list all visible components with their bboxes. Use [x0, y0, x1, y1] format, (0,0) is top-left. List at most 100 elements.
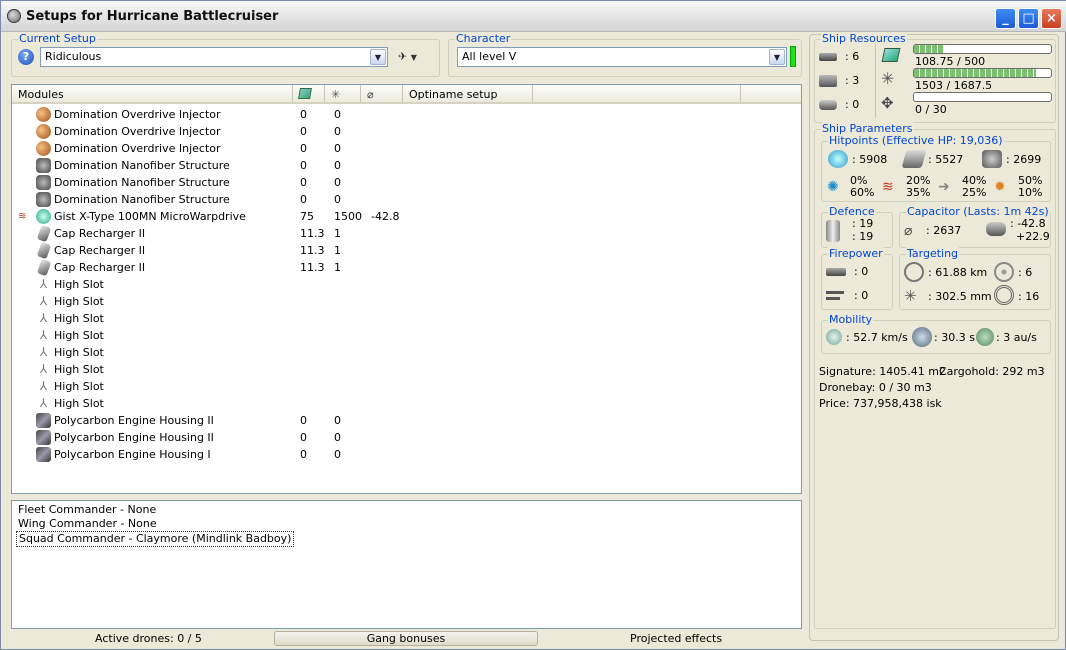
module-powergrid-value: 0 — [334, 159, 341, 172]
minimize-button[interactable]: _ — [995, 8, 1016, 29]
scan-resolution-icon: ✳ — [904, 287, 917, 305]
module-cpu-value: 0 — [300, 125, 307, 138]
module-cpu-value: 11.3 — [300, 244, 325, 257]
powergrid-bar — [913, 68, 1052, 78]
col-header-capacitor[interactable]: ⌀ — [361, 85, 403, 103]
character-label: Character — [455, 32, 512, 46]
help-icon[interactable]: ? — [18, 49, 34, 65]
module-row[interactable]: Domination Overdrive Injector 0 0 — [12, 123, 801, 140]
shield-icon — [828, 150, 848, 168]
module-row[interactable]: ⅄ High Slot — [12, 361, 801, 378]
active-drones-text[interactable]: Active drones: 0 / 5 — [95, 632, 202, 645]
kinetic-resist-icon: ➜ — [938, 179, 950, 195]
high-slot-icon: ⅄ — [39, 345, 48, 359]
chevron-down-icon[interactable]: ▼ — [769, 49, 785, 65]
sensor-strength: : 16 — [1018, 290, 1040, 303]
module-row[interactable]: Polycarbon Engine Housing II 0 0 — [12, 429, 801, 446]
window-title: Setups for Hurricane Battlecruiser — [26, 9, 279, 24]
col-header-blank-1[interactable] — [533, 85, 741, 103]
module-row[interactable]: Cap Recharger II 11.3 1 — [12, 258, 801, 277]
ship-resources-group: Ship Resources : 6 : 3 : 0 108.75 / 500 … — [814, 32, 1056, 123]
projected-effects-button[interactable]: Projected effects — [630, 632, 722, 645]
module-name: High Slot — [54, 329, 104, 342]
cpu-icon — [881, 46, 901, 64]
right-panel: Ship Resources : 6 : 3 : 0 108.75 / 500 … — [809, 32, 1059, 641]
targeting-title: Targeting — [906, 247, 960, 261]
module-row[interactable]: Cap Recharger II 11.3 1 — [12, 224, 801, 243]
cargohold: Cargohold: 292 m3 — [939, 365, 1045, 378]
col-header-optimal[interactable]: Optiname setup — [403, 85, 533, 103]
module-row[interactable]: ⅄ High Slot — [12, 276, 801, 293]
close-button[interactable]: × — [1041, 8, 1062, 29]
em-resist-armor: 60% — [850, 186, 875, 199]
maximize-button[interactable]: □ — [1018, 8, 1039, 29]
character-status-indicator — [790, 46, 796, 67]
chevron-down-icon[interactable]: ▼ — [370, 49, 386, 65]
module-row[interactable]: ⅄ High Slot — [12, 327, 801, 344]
module-row[interactable]: Polycarbon Engine Housing II 0 0 — [12, 412, 801, 429]
gang-bonuses-button[interactable]: Gang bonuses — [274, 631, 538, 646]
character-group: Character All level V ▼ — [448, 32, 802, 77]
module-row[interactable]: Domination Overdrive Injector 0 0 — [12, 140, 801, 157]
module-name: High Slot — [54, 397, 104, 410]
setup-select[interactable]: Ridiculous ▼ — [40, 47, 388, 67]
window: Setups for Hurricane Battlecruiser _ □ ×… — [0, 0, 1066, 650]
module-row[interactable]: Domination Overdrive Injector 0 0 — [12, 106, 801, 123]
current-setup-label: Current Setup — [18, 32, 97, 46]
overheat-icon[interactable]: ≋ — [18, 210, 30, 223]
module-row[interactable]: Domination Nanofiber Structure 0 0 — [12, 157, 801, 174]
defence-icon — [826, 220, 840, 242]
fleet-panel[interactable]: Fleet Commander - None Wing Commander - … — [11, 500, 802, 629]
calibration-text: 0 / 30 — [915, 103, 947, 116]
armor-icon — [901, 150, 927, 168]
warp-speed-icon — [976, 328, 994, 346]
module-row[interactable]: ⅄ High Slot — [12, 378, 801, 395]
rig-icon — [36, 430, 51, 445]
module-powergrid-value: 1500 — [334, 210, 362, 223]
dropdown-arrow-icon: ▼ — [410, 53, 417, 62]
launcher-count: : 3 — [845, 74, 860, 87]
fleet-commander-entry[interactable]: Fleet Commander - None — [18, 503, 156, 517]
module-row[interactable]: ⅄ High Slot — [12, 395, 801, 412]
module-cpu-value: 0 — [300, 431, 307, 444]
nanofiber-icon — [36, 175, 51, 190]
module-row[interactable]: ⅄ High Slot — [12, 310, 801, 327]
module-row[interactable]: ⅄ High Slot — [12, 293, 801, 310]
cap-recharger-icon — [36, 258, 52, 277]
title-bar[interactable]: Setups for Hurricane Battlecruiser _ □ × — [1, 1, 1066, 32]
mwd-icon — [36, 209, 51, 224]
modules-list[interactable]: Modules ✳ ⌀ Optiname setup Domination Ov… — [11, 84, 802, 494]
warp-speed: : 3 au/s — [996, 331, 1037, 344]
squad-commander-entry[interactable]: Squad Commander - Claymore (Mindlink Bad… — [16, 531, 295, 547]
module-capacitor-value: -42.8 — [371, 210, 400, 223]
module-row[interactable]: Domination Nanofiber Structure 0 0 — [12, 191, 801, 208]
module-row[interactable]: ≋ Gist X-Type 100MN MicroWarpdrive 75 1500-… — [12, 208, 801, 225]
signature-radius: Signature: 1405.41 m2 — [819, 365, 946, 378]
armor-hp: : 5527 — [928, 153, 964, 166]
max-targets: : 6 — [1018, 266, 1033, 279]
rig-icon — [36, 447, 51, 462]
module-row[interactable]: ⅄ High Slot — [12, 344, 801, 361]
module-powergrid-value: 0 — [334, 193, 341, 206]
module-row[interactable]: Domination Nanofiber Structure 0 0 — [12, 174, 801, 191]
col-header-powergrid[interactable]: ✳ — [325, 85, 361, 103]
module-name: High Slot — [54, 312, 104, 325]
module-row[interactable]: Cap Recharger II 11.3 1 — [12, 241, 801, 260]
module-name: High Slot — [54, 295, 104, 308]
module-name: Cap Recharger II — [54, 227, 146, 240]
modules-header: Modules ✳ ⌀ Optiname setup — [12, 85, 801, 104]
wing-commander-entry[interactable]: Wing Commander - None — [18, 517, 157, 531]
module-row[interactable]: Polycarbon Engine Housing I 0 0 — [12, 446, 801, 463]
module-cpu-value: 0 — [300, 176, 307, 189]
nanofiber-icon — [36, 192, 51, 207]
col-header-blank-2[interactable] — [741, 85, 801, 103]
setup-tools-button[interactable]: ✈ ▼ — [398, 48, 432, 66]
module-cpu-value: 11.3 — [300, 227, 325, 240]
col-header-modules[interactable]: Modules — [12, 85, 293, 103]
defence-value-2: : 19 — [852, 230, 874, 243]
col-header-cpu[interactable] — [293, 85, 325, 103]
mobility-group: Mobility : 52.7 km/s : 30.3 s : 3 au/s — [821, 313, 1051, 354]
app-icon — [7, 9, 21, 23]
firepower-group: Firepower : 0 : 0 — [821, 247, 893, 310]
character-select[interactable]: All level V ▼ — [457, 47, 787, 67]
